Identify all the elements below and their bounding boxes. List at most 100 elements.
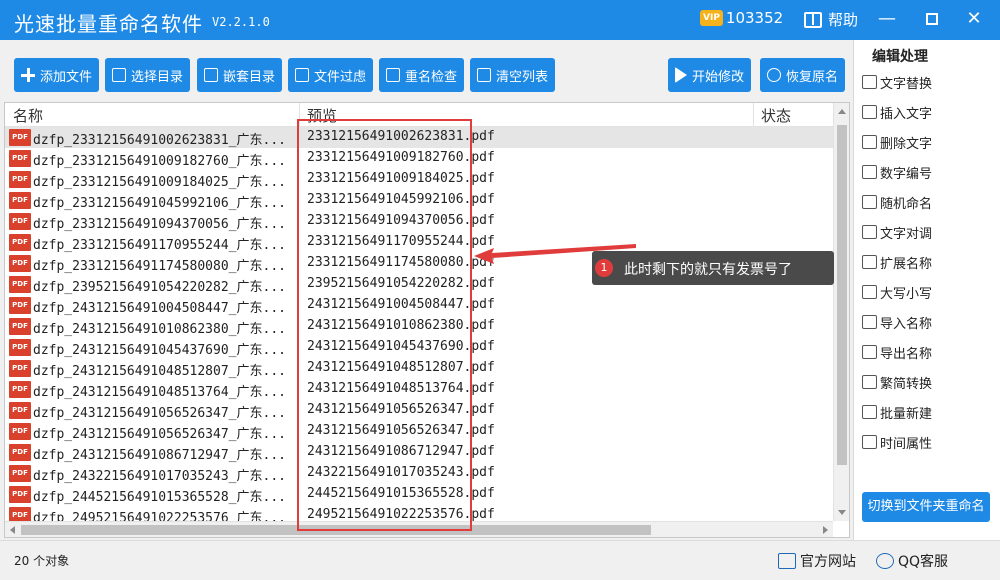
scroll-left-icon[interactable] (10, 526, 15, 534)
side-item-label: 扩展名称 (880, 256, 933, 272)
vertical-scroll-thumb[interactable] (837, 125, 847, 465)
file-filter-button[interactable]: 文件过虑 (288, 58, 374, 92)
help-button[interactable]: 帮助 (804, 9, 858, 30)
horizontal-scroll-thumb[interactable] (21, 525, 651, 535)
side-item-extension[interactable]: 扩展名称 (862, 251, 932, 273)
pdf-file-icon: PDF (9, 255, 31, 272)
side-item-label: 批量新建 (880, 406, 933, 422)
side-item-export[interactable]: 导出名称 (862, 341, 932, 363)
start-modify-button[interactable]: 开始修改 (668, 58, 752, 92)
table-row[interactable]: PDF dzfp_23312156491009182760_广东... 233121… (5, 148, 833, 169)
restore-names-label: 恢复原名 (786, 69, 839, 85)
delete-icon (862, 135, 877, 149)
nested-dir-label: 嵌套目录 (223, 69, 276, 85)
side-item-shuffle[interactable]: 随机命名 (862, 191, 932, 213)
select-dir-button[interactable]: 选择目录 (105, 58, 191, 92)
minimize-button[interactable]: — (873, 6, 901, 32)
website-link[interactable]: 官方网站 (778, 551, 856, 571)
scroll-down-icon[interactable] (838, 510, 846, 515)
file-name: dzfp_24312156491004508447_广东... (33, 301, 286, 316)
table-row[interactable]: PDF dzfp_24312156491045437690_广东... 243121… (5, 337, 833, 358)
close-button[interactable]: ✕ (960, 6, 988, 32)
replace-icon (862, 75, 877, 89)
table-row[interactable]: PDF dzfp_24312156491086712947_广东... 243121… (5, 442, 833, 463)
file-name: dzfp_24312156491045437690_广东... (33, 343, 286, 358)
side-item-case[interactable]: 大写小写 (862, 281, 932, 303)
nested-dir-button[interactable]: 嵌套目录 (197, 58, 283, 92)
table-row[interactable]: PDF dzfp_24312156491048512807_广东... 243121… (5, 358, 833, 379)
file-name: dzfp_24452156491015365528_广东... (33, 490, 286, 505)
pdf-file-icon: PDF (9, 276, 31, 293)
extension-icon (862, 255, 877, 269)
import-icon (862, 315, 877, 329)
file-preview: 24312156491004508447.pdf (307, 297, 495, 312)
qq-service-link[interactable]: QQ客服 (876, 551, 948, 571)
scroll-up-icon[interactable] (838, 109, 846, 114)
table-row[interactable]: PDF dzfp_24312156491056526347_广东... 243121… (5, 400, 833, 421)
side-item-clock[interactable]: 时间属性 (862, 431, 932, 453)
scroll-right-icon[interactable] (823, 526, 828, 534)
file-preview: 23312156491009182760.pdf (307, 150, 495, 165)
side-item-label: 导入名称 (880, 316, 933, 332)
table-row[interactable]: PDF dzfp_24312156491048513764_广东... 243121… (5, 379, 833, 400)
pdf-file-icon: PDF (9, 339, 31, 356)
table-row[interactable]: PDF dzfp_24322156491017035243_广东... 243221… (5, 463, 833, 484)
user-id: 103352 (725, 9, 784, 27)
file-name: dzfp_23312156491174580080_广东... (33, 259, 286, 274)
side-item-swap[interactable]: 文字对调 (862, 221, 932, 243)
vertical-scrollbar[interactable] (833, 103, 849, 521)
add-files-label: 添加文件 (40, 69, 93, 85)
pdf-file-icon: PDF (9, 507, 31, 521)
table-row[interactable]: PDF dzfp_24312156491004508447_广东... 243121… (5, 295, 833, 316)
side-item-number[interactable]: 数字编号 (862, 161, 932, 183)
side-item-convert[interactable]: 繁简转换 (862, 371, 932, 393)
table-row[interactable]: PDF dzfp_23312156491002623831_广东... 233121… (5, 127, 833, 148)
side-item-delete[interactable]: 删除文字 (862, 131, 932, 153)
column-header-preview[interactable]: 预览 (307, 105, 337, 126)
maximize-button[interactable] (918, 6, 946, 32)
side-item-insert[interactable]: 插入文字 (862, 101, 932, 123)
add-files-button[interactable]: 添加文件 (14, 58, 100, 92)
annotation-callout: 1 此时剩下的就只有发票号了 (592, 251, 834, 285)
column-header-status[interactable]: 状态 (761, 105, 791, 126)
restore-names-button[interactable]: 恢复原名 (760, 58, 846, 92)
column-header-name[interactable]: 名称 (13, 105, 43, 126)
column-divider[interactable] (753, 103, 754, 127)
table-row[interactable]: PDF dzfp_23312156491170955244_广东... 233121… (5, 232, 833, 253)
table-row[interactable]: PDF dzfp_23312156491009184025_广东... 233121… (5, 169, 833, 190)
file-name: dzfp_23312156491045992106_广东... (33, 196, 286, 211)
table-row[interactable]: PDF dzfp_24312156491010862380_广东... 243121… (5, 316, 833, 337)
pdf-file-icon: PDF (9, 444, 31, 461)
vip-account[interactable]: VIP 103352 (700, 9, 783, 27)
file-filter-label: 文件过虑 (314, 69, 367, 85)
file-preview: 23312156491009184025.pdf (307, 171, 495, 186)
table-row[interactable]: PDF dzfp_24452156491015365528_广东... 244521… (5, 484, 833, 505)
side-item-import[interactable]: 导入名称 (862, 311, 932, 333)
file-name: dzfp_24952156491022253576_广东... (33, 511, 286, 521)
file-preview: 24322156491017035243.pdf (307, 465, 495, 480)
pdf-file-icon: PDF (9, 423, 31, 440)
pdf-file-icon: PDF (9, 360, 31, 377)
table-row[interactable]: PDF dzfp_23312156491045992106_广东... 233121… (5, 190, 833, 211)
switch-folder-rename-button[interactable]: 切换到文件夹重命名 (862, 492, 990, 522)
rename-check-button[interactable]: 重名检查 (379, 58, 465, 92)
column-divider[interactable] (299, 103, 300, 127)
swap-icon (862, 225, 877, 239)
horizontal-scrollbar[interactable] (5, 521, 833, 537)
table-row[interactable]: PDF dzfp_23312156491094370056_广东... 233121… (5, 211, 833, 232)
file-preview: 23952156491054220282.pdf (307, 276, 495, 291)
clear-list-button[interactable]: 清空列表 (470, 58, 556, 92)
play-icon (675, 67, 687, 83)
file-preview: 23312156491002623831.pdf (307, 129, 495, 144)
file-name: dzfp_23312156491170955244_广东... (33, 238, 286, 253)
status-bar: 20 个对象 官方网站 QQ客服 (0, 540, 1000, 580)
file-name: dzfp_24312156491010862380_广东... (33, 322, 286, 337)
table-row[interactable]: PDF dzfp_24952156491022253576_广东... 249521… (5, 505, 833, 521)
side-item-label: 导出名称 (880, 346, 933, 362)
filter-icon (295, 68, 309, 82)
table-row[interactable]: PDF dzfp_24312156491056526347_广东... 243121… (5, 421, 833, 442)
file-list: 名称 预览 状态 PDF dzfp_23312156491002623831_广东… (4, 102, 850, 538)
side-item-replace[interactable]: 文字替换 (862, 71, 932, 93)
side-item-new-batch[interactable]: 批量新建 (862, 401, 932, 423)
start-modify-label: 开始修改 (692, 69, 745, 85)
